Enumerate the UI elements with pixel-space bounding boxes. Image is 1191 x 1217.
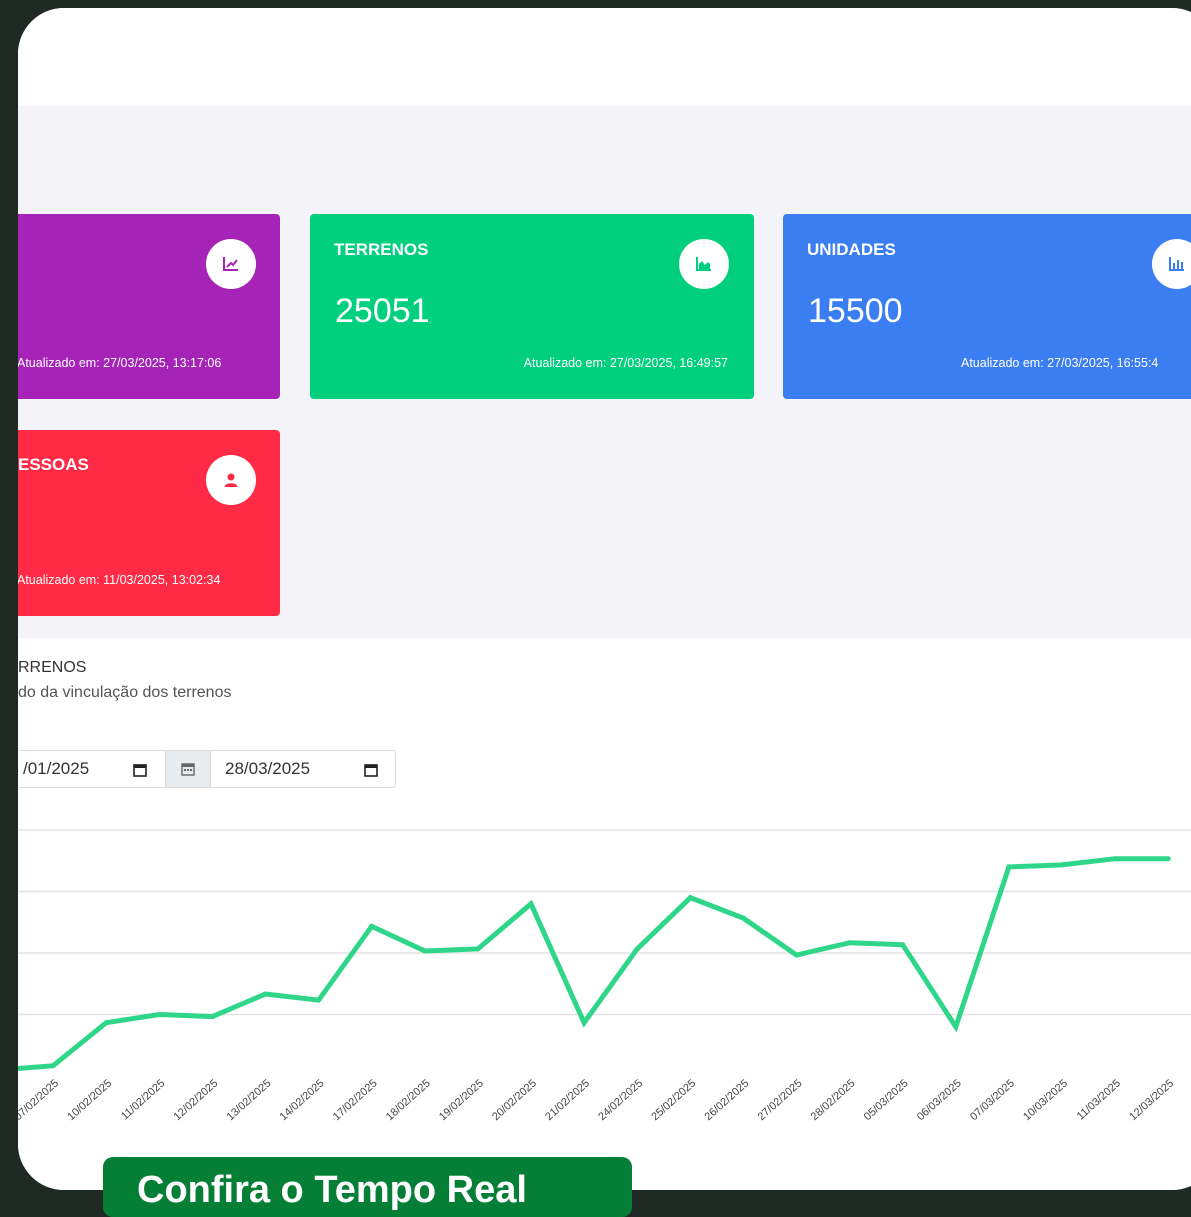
x-tick-label: 28/02/2025 (809, 1077, 858, 1123)
start-date-value: /01/2025 (23, 759, 90, 778)
stat-card-title: UNIDADES (807, 240, 896, 259)
data-point[interactable] (740, 915, 746, 921)
series-line (18, 856, 1169, 1071)
stat-card-title: TERRENOS (334, 240, 429, 259)
data-point[interactable] (528, 901, 534, 907)
data-point[interactable] (156, 1012, 162, 1017)
x-tick-label: 13/02/2025 (225, 1077, 274, 1123)
app-window: Atualizado em: 27/03/2025, 13:17:06 TERR… (18, 8, 1191, 1190)
data-point[interactable] (475, 946, 481, 952)
x-tick-label: 17/02/2025 (331, 1077, 380, 1123)
dashboard-content: Atualizado em: 27/03/2025, 13:17:06 TERR… (18, 106, 1191, 638)
stat-card-updated: Atualizado em: 27/03/2025, 16:49:57 (523, 356, 728, 370)
x-tick-label: 20/02/2025 (490, 1077, 539, 1123)
x-tick-label: 12/03/2025 (1127, 1077, 1176, 1123)
stat-card-value: 15500 (808, 292, 903, 330)
calendar-icon[interactable] (364, 762, 378, 782)
stat-card-updated: Atualizado em: 27/03/2025, 13:17:06 (18, 356, 222, 370)
data-point[interactable] (900, 942, 906, 948)
date-range-separator-calendar-icon (165, 751, 211, 787)
trend-chart-icon (206, 239, 256, 289)
data-point[interactable] (1059, 862, 1065, 868)
x-tick-label: 24/02/2025 (596, 1077, 645, 1123)
section-title: RRENOS (18, 659, 87, 676)
x-tick-label: 25/02/2025 (649, 1077, 698, 1123)
start-date-input[interactable]: /01/2025 (18, 751, 165, 787)
data-point[interactable] (369, 923, 375, 929)
user-icon (206, 455, 256, 505)
x-tick-label: 19/02/2025 (437, 1077, 486, 1123)
x-tick-label: 05/03/2025 (862, 1077, 911, 1123)
data-point[interactable] (581, 1020, 587, 1026)
x-tick-label: 27/02/2025 (756, 1077, 805, 1123)
end-date-input[interactable]: 28/03/2025 (211, 751, 395, 787)
data-point[interactable] (953, 1024, 959, 1030)
data-point[interactable] (687, 895, 693, 901)
stat-card-value: 25051 (335, 292, 430, 330)
stat-card-title: ESSOAS (18, 455, 89, 474)
realtime-cta-button[interactable]: Confira o Tempo Real (103, 1157, 632, 1217)
data-point[interactable] (422, 948, 428, 954)
end-date-value: 28/03/2025 (225, 759, 311, 778)
data-point[interactable] (1165, 856, 1171, 862)
calendar-icon[interactable] (133, 762, 147, 782)
x-tick-label: 12/02/2025 (171, 1077, 220, 1123)
bar-chart-icon (1152, 239, 1191, 289)
top-navbar (18, 8, 1191, 106)
data-point[interactable] (316, 997, 322, 1003)
data-point[interactable] (263, 991, 268, 997)
x-tick-label: 06/03/2025 (915, 1077, 964, 1123)
x-tick-label: 10/03/2025 (1021, 1077, 1070, 1123)
terrenos-line-chart: 507/02/202510/02/202511/02/202512/02/202… (18, 829, 1191, 1123)
stat-card-1[interactable]: Atualizado em: 27/03/2025, 13:17:06 (18, 214, 280, 399)
x-tick-label: 07/02/2025 (18, 1077, 61, 1123)
data-point[interactable] (209, 1014, 215, 1020)
stat-card-unidades[interactable]: UNIDADES 15500 Atualizado em: 27/03/2025… (783, 214, 1191, 399)
data-point[interactable] (103, 1020, 109, 1026)
stat-card-terrenos[interactable]: TERRENOS 25051 Atualizado em: 27/03/2025… (310, 214, 754, 399)
cta-label: Confira o Tempo Real (137, 1169, 527, 1211)
data-point[interactable] (1006, 864, 1012, 870)
x-tick-label: 14/02/2025 (278, 1077, 327, 1123)
terrenos-chart-panel: RRENOS do da vinculação dos terrenos /01… (18, 638, 1191, 1190)
x-tick-label: 21/02/2025 (543, 1077, 592, 1123)
x-tick-label: 11/02/2025 (119, 1077, 167, 1122)
data-point[interactable] (634, 946, 640, 952)
date-range-picker: /01/2025 28/03/2025 (18, 750, 396, 788)
section-subtitle: do da vinculação dos terrenos (18, 684, 232, 701)
area-chart-icon (679, 239, 729, 289)
x-tick-label: 26/02/2025 (702, 1077, 751, 1123)
stat-card-pessoas[interactable]: ESSOAS Atualizado em: 11/03/2025, 13:02:… (18, 430, 280, 616)
data-point[interactable] (50, 1063, 56, 1069)
stat-card-updated: Atualizado em: 27/03/2025, 16:55:4 (961, 356, 1159, 370)
stat-card-updated: Atualizado em: 11/03/2025, 13:02:34 (18, 573, 221, 587)
data-point[interactable] (1112, 856, 1118, 862)
x-tick-label: 18/02/2025 (384, 1077, 433, 1123)
data-point[interactable] (847, 940, 853, 946)
data-point[interactable] (794, 952, 799, 958)
x-tick-label: 11/03/2025 (1075, 1077, 1123, 1122)
x-tick-label: 07/03/2025 (968, 1077, 1017, 1123)
x-tick-label: 10/02/2025 (65, 1077, 114, 1123)
